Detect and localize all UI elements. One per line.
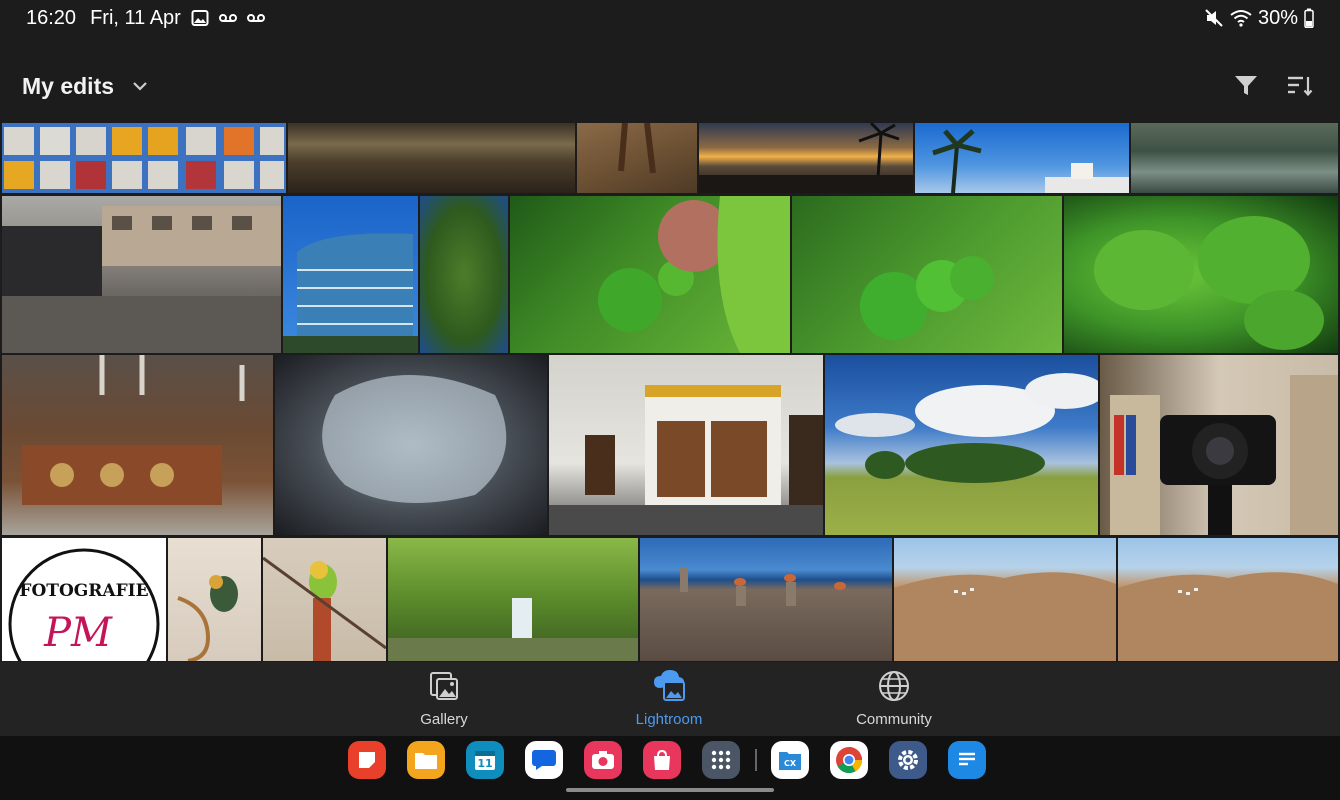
settings-app-icon[interactable]: [889, 741, 927, 779]
app-drawer-icon[interactable]: [702, 741, 740, 779]
sort-icon[interactable]: [1286, 72, 1314, 100]
photo-parrot-1[interactable]: [168, 538, 261, 661]
camera-app-icon[interactable]: [584, 741, 622, 779]
photo-forest-waterfall[interactable]: [388, 538, 638, 661]
gallery-notification-icon: [191, 9, 209, 27]
voicemail-icon: [218, 12, 237, 24]
bottom-navigation: Gallery Lightroom Community: [0, 662, 1340, 736]
notes-app-icon[interactable]: [348, 741, 386, 779]
cx-app-label: CX: [784, 759, 797, 768]
battery-percent: 30%: [1257, 6, 1298, 29]
lightroom-cloud-icon: [652, 670, 686, 707]
photo-green-tree[interactable]: [420, 196, 508, 353]
logo-text-pm: PM: [43, 610, 113, 656]
photo-fotografie-pm-logo[interactable]: FOTOGRAFIE PM: [2, 538, 166, 661]
photo-meadow-clouds[interactable]: [825, 355, 1098, 535]
calendar-app-icon[interactable]: 11: [466, 741, 504, 779]
album-title[interactable]: My edits: [22, 73, 114, 100]
photo-resort-garden[interactable]: [1131, 123, 1338, 193]
photo-green-tomatoes-2[interactable]: [792, 196, 1062, 353]
globe-icon: [878, 670, 910, 707]
app-header: My edits: [0, 56, 1340, 116]
voicemail-icon: [246, 12, 265, 24]
nav-gallery[interactable]: Gallery: [374, 670, 514, 728]
dock-separator: [755, 749, 757, 771]
photo-blue-office-building[interactable]: [283, 196, 418, 353]
photo-palm-sunset[interactable]: [699, 123, 913, 193]
photo-sand-legs[interactable]: [577, 123, 697, 193]
nav-lightroom[interactable]: Lightroom: [599, 670, 739, 728]
chevron-down-icon[interactable]: [132, 81, 148, 91]
chrome-app-icon[interactable]: [830, 741, 868, 779]
nav-community[interactable]: Community: [824, 670, 964, 728]
photo-parrot-2[interactable]: [263, 538, 386, 661]
photo-bakery-storefront[interactable]: [549, 355, 823, 535]
photo-town-square-concert[interactable]: [2, 196, 281, 353]
wifi-icon: [1230, 9, 1252, 27]
photo-wet-leaves[interactable]: [1064, 196, 1338, 353]
photo-stone-cairns[interactable]: [640, 538, 892, 661]
status-bar: 16:20 Fri, 11 Apr 30%: [0, 0, 1340, 36]
logo-text-fotografie: FOTOGRAFIE: [19, 581, 148, 601]
photo-mountain-village-2[interactable]: [1118, 538, 1338, 661]
mute-icon: [1204, 8, 1224, 28]
photo-grid: FOTOGRAFIE PM: [0, 123, 1340, 661]
store-app-icon[interactable]: [643, 741, 681, 779]
files-app-icon[interactable]: [407, 741, 445, 779]
nav-gallery-label: Gallery: [420, 711, 468, 728]
photo-mountain-village-1[interactable]: [894, 538, 1116, 661]
calendar-app-day: 11: [477, 757, 492, 770]
gallery-icon: [428, 670, 460, 707]
filter-icon[interactable]: [1232, 72, 1260, 100]
docs-app-icon[interactable]: [948, 741, 986, 779]
home-indicator[interactable]: [566, 788, 774, 792]
status-date: Fri, 11 Apr: [90, 6, 181, 29]
photo-green-tomatoes-1[interactable]: [510, 196, 790, 353]
battery-icon: [1304, 8, 1314, 28]
nav-community-label: Community: [856, 711, 932, 728]
nav-lightroom-label: Lightroom: [635, 711, 703, 728]
photo-camera-on-tripod[interactable]: [1100, 355, 1338, 535]
photo-rusty-machine[interactable]: [2, 355, 273, 535]
messages-app-icon[interactable]: [525, 741, 563, 779]
photo-beach-sunset[interactable]: [288, 123, 575, 193]
cx-file-explorer-icon[interactable]: CX: [771, 741, 809, 779]
photo-palm-blue-sky[interactable]: [915, 123, 1129, 193]
photo-ice-texture[interactable]: [275, 355, 547, 535]
app-dock: 11 CX: [0, 736, 1340, 800]
status-time: 16:20: [26, 6, 77, 29]
photo-colored-squares[interactable]: [2, 123, 286, 193]
